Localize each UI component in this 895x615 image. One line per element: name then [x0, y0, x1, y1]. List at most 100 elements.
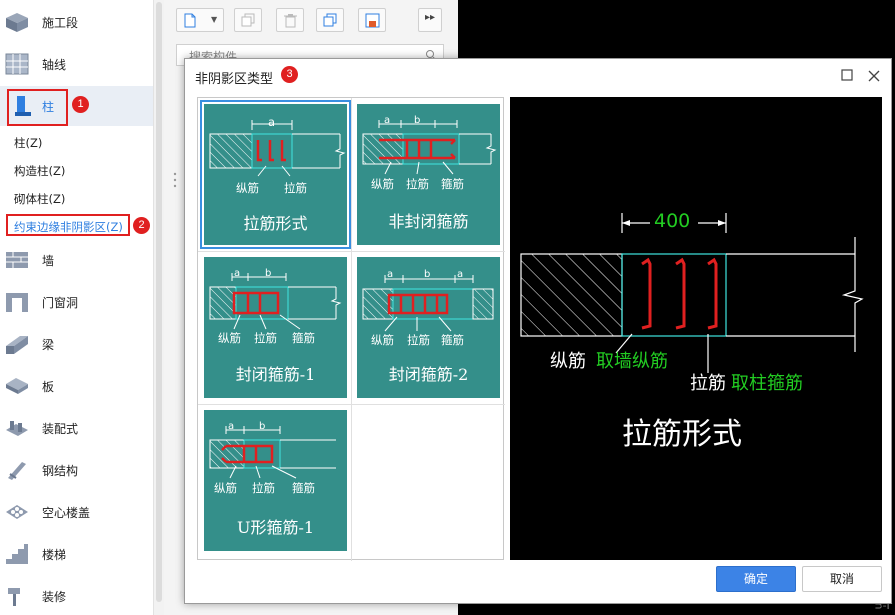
copy-icon	[241, 13, 255, 27]
non-shadow-zone-highlight-box	[6, 214, 130, 236]
preview-dimension: 400	[654, 210, 691, 232]
sub-item-construction-column[interactable]: 构造柱(Z)	[14, 163, 65, 179]
sidebar-item-label: 楼梯	[42, 548, 67, 562]
option-tie-bar-form[interactable]: a 纵筋 拉筋 拉筋形式	[200, 100, 351, 249]
sidebar-item-label: 梁	[42, 338, 55, 352]
option-label: 封闭箍筋-1	[235, 365, 316, 384]
sidebar-item-steel-structure[interactable]: 钢结构	[0, 450, 153, 490]
cancel-button[interactable]: 取消	[802, 566, 882, 592]
option-closed-stirrup-1[interactable]: a b 纵筋 拉筋 箍筋 封闭箍筋-1	[204, 257, 347, 398]
option-open-stirrup[interactable]: a b 纵筋 拉筋 箍筋 非封闭箍筋	[357, 104, 500, 245]
part-label: 纵筋	[218, 331, 241, 345]
sub-item-masonry-column[interactable]: 砌体柱(Z)	[14, 191, 65, 207]
sidebar-item-hollow-floor[interactable]: 空心楼盖	[0, 492, 153, 532]
sidebar-item-stairs[interactable]: 楼梯	[0, 534, 153, 574]
sidebar-item-label: 墙	[42, 254, 55, 268]
dim-label-a: a	[387, 269, 394, 280]
component-tree-sidebar: 施工段 轴线 柱 1 柱(Z) 构造柱(Z) 砌体柱(Z) 约束边缘非阴影区(Z…	[0, 0, 153, 615]
sidebar-item-label: 装修	[42, 590, 67, 604]
part-label: 箍筋	[292, 481, 315, 495]
preview-long-bar-value: 取墙纵筋	[596, 351, 668, 372]
more-toolbar-button[interactable]: ▸▸	[418, 8, 442, 32]
step-badge-2: 2	[133, 217, 150, 234]
sidebar-scrollbar[interactable]	[153, 0, 164, 615]
preview-tie-value: 取柱箍筋	[731, 373, 803, 394]
sidebar-item-wall[interactable]: 墙	[0, 240, 153, 280]
sidebar-item-door-window[interactable]: 门窗洞	[0, 282, 153, 322]
part-label: 箍筋	[441, 177, 464, 191]
step-badge-1: 1	[72, 96, 89, 113]
sidebar-item-label: 空心楼盖	[42, 506, 91, 520]
sidebar-item-decoration[interactable]: 装修	[0, 576, 153, 615]
wall-icon	[6, 252, 28, 268]
part-label: 箍筋	[441, 333, 464, 347]
preview-tie-label: 拉筋	[690, 373, 726, 394]
sidebar-item-label: 钢结构	[42, 464, 79, 478]
new-file-icon	[184, 13, 196, 28]
type-preview-panel: 400 纵筋 取墙纵筋 拉筋 取柱箍筋 拉筋形式	[510, 97, 882, 560]
part-label: 纵筋	[214, 481, 237, 495]
dim-label-a: a	[228, 421, 235, 432]
grid-divider	[198, 404, 505, 405]
option-label: 拉筋形式	[243, 214, 308, 233]
ok-button[interactable]: 确定	[716, 566, 796, 592]
sidebar-item-slab[interactable]: 板	[0, 366, 153, 406]
dim-label-b: b	[424, 269, 431, 280]
sidebar-item-label: 门窗洞	[42, 296, 79, 310]
copy-to-floor-button[interactable]	[316, 8, 344, 32]
sidebar-item-grid-axis[interactable]: 轴线	[0, 44, 153, 84]
sidebar-item-label: 施工段	[42, 16, 79, 30]
sidebar-item-label: 板	[42, 380, 55, 394]
close-icon[interactable]	[867, 69, 881, 83]
part-label: 拉筋	[252, 481, 275, 495]
dim-label-b: b	[259, 421, 266, 432]
sidebar-scroll-thumb[interactable]	[156, 2, 162, 602]
option-label: U形箍筋-1	[236, 518, 315, 537]
steel-structure-icon	[8, 462, 26, 480]
trash-icon	[284, 14, 297, 28]
part-label: 箍筋	[292, 331, 315, 345]
part-label: 拉筋	[407, 333, 430, 347]
dim-label-a: a	[384, 115, 391, 126]
floor-save-icon	[365, 13, 380, 28]
beam-icon	[6, 336, 28, 354]
construction-section-icon	[6, 13, 28, 32]
floor-manage-button[interactable]	[358, 8, 386, 32]
sidebar-item-label: 装配式	[42, 422, 79, 436]
part-label: 纵筋	[236, 181, 259, 195]
grid-axis-icon	[5, 53, 29, 75]
part-label: 拉筋	[254, 331, 277, 345]
part-label: 纵筋	[371, 177, 394, 191]
dim-label-a2: a	[457, 269, 464, 280]
option-closed-stirrup-2[interactable]: a b a 纵筋 拉筋 箍筋 封闭箍筋-2	[357, 257, 500, 398]
sidebar-item-construction-section[interactable]: 施工段	[0, 2, 153, 42]
grid-divider	[351, 98, 352, 561]
new-component-button[interactable]: ▼	[176, 8, 224, 32]
part-label: 拉筋	[284, 181, 307, 195]
non-shadow-zone-type-dialog: 非阴影区类型 3 a 纵筋 拉筋 拉筋形式 a b 纵筋 拉筋 箍筋 非封闭箍筋…	[184, 58, 892, 604]
dim-label-a: a	[268, 115, 276, 129]
option-u-stirrup-1[interactable]: a b 纵筋 拉筋 箍筋 U形箍筋-1	[204, 410, 347, 551]
part-label: 拉筋	[406, 177, 429, 191]
grid-divider	[198, 251, 505, 252]
dim-label-a: a	[234, 268, 241, 279]
panel-grip-handle[interactable]	[172, 170, 178, 190]
component-toolbar: ▼ ▸▸	[164, 0, 458, 40]
sub-item-column-z[interactable]: 柱(Z)	[14, 135, 42, 151]
maximize-icon[interactable]	[841, 69, 853, 81]
copy-component-button[interactable]	[234, 8, 262, 32]
option-label: 封闭箍筋-2	[388, 365, 469, 384]
preview-long-bar-label: 纵筋	[550, 351, 586, 372]
stairs-icon	[6, 544, 28, 564]
sidebar-item-beam[interactable]: 梁	[0, 324, 153, 364]
dim-label-b: b	[265, 268, 272, 279]
hollow-floor-icon	[6, 505, 28, 519]
slab-icon	[6, 378, 28, 394]
dim-label-b: b	[414, 115, 421, 126]
option-label: 非封闭箍筋	[388, 212, 469, 231]
step-badge-3: 3	[281, 66, 298, 83]
delete-component-button[interactable]	[276, 8, 304, 32]
sidebar-item-prefab[interactable]: 装配式	[0, 408, 153, 448]
double-chevron-right-icon: ▸▸	[425, 12, 436, 23]
door-window-icon	[6, 293, 28, 312]
